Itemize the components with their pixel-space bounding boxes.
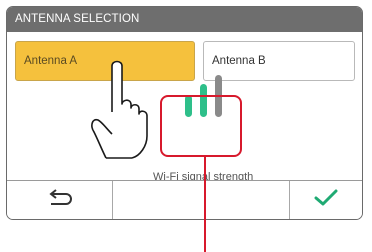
return-arrow-icon — [46, 188, 74, 212]
title-bar: ANTENNA SELECTION — [7, 7, 362, 32]
back-button[interactable] — [7, 181, 112, 219]
bottom-toolbar — [7, 180, 362, 219]
antenna-b-button[interactable]: Antenna B — [203, 41, 355, 81]
signal-callout-box — [160, 95, 242, 157]
antenna-a-label: Antenna A — [24, 55, 78, 67]
screen-title: ANTENNA SELECTION — [15, 13, 140, 25]
confirm-button[interactable] — [289, 181, 362, 219]
toolbar-divider — [112, 181, 113, 219]
pointing-hand-icon — [88, 58, 150, 165]
callout-leader-line — [204, 156, 206, 252]
checkmark-icon — [314, 189, 338, 212]
antenna-b-label: Antenna B — [212, 55, 266, 67]
